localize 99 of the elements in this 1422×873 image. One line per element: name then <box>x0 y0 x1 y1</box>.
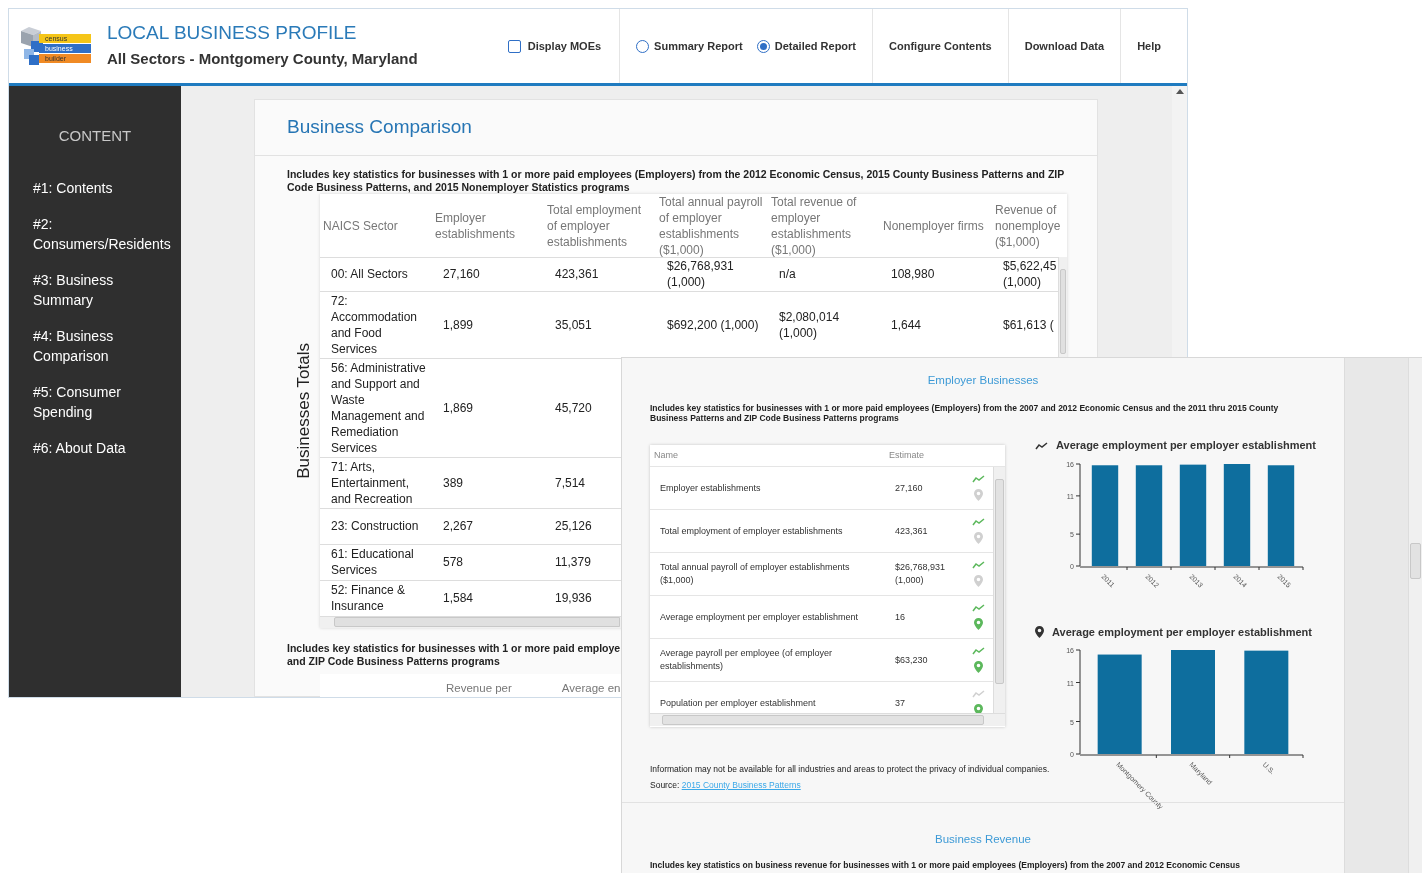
table-cell-text: 11,379 <box>554 554 592 570</box>
horizontal-scrollbar[interactable] <box>650 713 1005 727</box>
map-pin-icon <box>1035 626 1044 638</box>
sidebar-link[interactable]: #2: Consumers/Residents <box>33 213 173 254</box>
column-header: Total revenue of employer establishments ($1,000) <box>770 193 858 258</box>
table-cell-text: 423,361 <box>554 266 600 282</box>
table-cell-text: 16 <box>894 610 906 624</box>
column-header: NAICS Sector <box>322 217 399 234</box>
intro-text: Includes key statistics on business revenue for businesses with 1 or more paid employees (Employers) from the 2007 and 2012 Economic Census <box>650 860 1240 870</box>
column-header: Revenue per <box>446 680 512 696</box>
table-cell-text: $26,768,931 (1,000) <box>894 561 947 588</box>
table-cell-text: Total employment of employer establishments <box>659 524 844 538</box>
table-cell-text: 27,160 <box>894 481 924 495</box>
table-cell-text: $2,080,014 (1,000) <box>778 308 841 341</box>
sidebar-link[interactable]: #3: Business Summary <box>33 269 173 310</box>
trend-line-icon <box>972 518 986 527</box>
map-pin-icon <box>974 704 984 714</box>
column-header: Estimate <box>888 449 925 462</box>
table-cell-text: 389 <box>442 474 465 491</box>
chart-title: Average employment per employer establishment <box>1056 438 1316 454</box>
table-cell-text: $692,200 (1,000) <box>666 316 760 333</box>
side-label: Businesses Totals <box>292 342 314 479</box>
table-cell-text: Total annual payroll of employer establishments ($1,000) <box>659 561 851 588</box>
table-cell-text: Population per employer establishment <box>659 696 817 710</box>
scroll-up-arrow-icon[interactable] <box>1175 89 1184 94</box>
table-cell-text: 19,936 <box>554 590 593 606</box>
map-pin-icon <box>974 489 984 502</box>
app-subtitle: All Sectors - Montgomery County, Maryland <box>107 49 418 70</box>
table-cell-text: 61: Educational Services <box>330 546 415 578</box>
sidebar-heading: CONTENT <box>57 126 133 146</box>
table-cell-text: 71: Arts, Entertainment, and Recreation <box>330 458 414 507</box>
table-cell-text: 25,126 <box>554 518 593 534</box>
table-cell-text: 00: All Sectors <box>330 266 409 282</box>
table-cell-text: 7,514 <box>554 474 587 491</box>
scrollbar-thumb[interactable] <box>334 616 620 627</box>
table-cell-text: 1,644 <box>890 316 923 333</box>
scrollbar-thumb[interactable] <box>1060 268 1066 354</box>
trend-line-icon <box>1035 441 1048 450</box>
intro-text: Includes key statistics for businesses with 1 or more paid employees (Employers) from the 2007 and 2012 Economic Census and the 2011 thru 2015 County Business Patterns and ZIP Code Business Patterns programs <box>650 403 1280 424</box>
table-cell-text: $63,230 <box>894 653 929 667</box>
map-pin-icon <box>974 575 984 588</box>
panel-title: Employer Businesses <box>926 373 1040 388</box>
map-pin-icon <box>974 618 984 631</box>
intro-text: Includes key statistics for businesses with 1 or more paid employees (Employers) from the 2012 Economic Census, 2015 County Business Patterns and ZIP Code Business Patterns, and 2015 Nonemployer Statistics programs <box>286 166 1066 194</box>
vertical-scrollbar[interactable] <box>993 467 1005 714</box>
nav-link[interactable]: Download Data <box>1008 9 1122 83</box>
sidebar-link[interactable]: #4: Business Comparison <box>33 325 173 366</box>
report-radio[interactable]: Summary Report <box>636 37 743 55</box>
table-cell-text: $5,622,45 (1,000) <box>1002 258 1058 290</box>
column-header: Nonemployer firms <box>882 217 985 234</box>
column-header: Total annual payroll of employer establishments ($1,000) <box>658 193 764 258</box>
report-radio[interactable]: Detailed Report <box>756 37 857 55</box>
trend-line-icon <box>972 604 986 613</box>
trend-line-icon <box>972 561 986 570</box>
table-cell-text: n/a <box>778 266 797 282</box>
table-cell-text: 27,160 <box>442 266 481 282</box>
table-cell-text: 37 <box>894 696 906 710</box>
table-cell-text: 56: Administrative and Support and Waste Management and Remediation Services <box>330 359 427 456</box>
sidebar-link[interactable]: #5: Consumer Spending <box>33 381 173 422</box>
map-pin-icon <box>974 661 984 674</box>
table-cell-text: Average employment per employer establishment <box>659 610 859 624</box>
nav-link[interactable]: Help <box>1121 9 1187 83</box>
trend-line-icon <box>972 690 986 699</box>
panel-title: Business Revenue <box>935 831 1031 847</box>
table-cell-text: 1,584 <box>442 590 475 606</box>
intro-text: Includes key statistics for businesses with 1 or more paid employe <box>287 641 621 655</box>
table-cell-text: 72: Accommodation and Food Services <box>330 292 419 357</box>
sidebar-link[interactable]: #6: About Data <box>33 437 173 458</box>
chart-title: Average employment per employer establishment <box>1052 624 1312 640</box>
column-header: Revenue of nonemploye ($1,000) <box>994 201 1062 250</box>
trend-line-icon <box>972 647 986 656</box>
table-cell-text: $26,768,931 (1,000) <box>666 258 735 290</box>
table-cell-text: 52: Finance & Insurance <box>330 582 407 614</box>
table-cell-text: 578 <box>442 554 465 570</box>
privacy-note: Information may not be available for all industries and areas to protect the privacy of individual companies. <box>650 763 1050 776</box>
table-cell-text: 2,267 <box>442 518 475 534</box>
table-cell-text: Employer establishments <box>659 481 762 495</box>
table-cell-text: 108,980 <box>890 266 936 282</box>
intro-text: and ZIP Code Business Patterns programs <box>287 654 500 668</box>
table-cell-text: $61,613 ( <box>1002 316 1055 333</box>
section-title: Business Comparison <box>287 116 472 137</box>
table-cell-text: 23: Construction <box>330 518 420 534</box>
table-cell-text: 35,051 <box>554 316 593 333</box>
column-header: Employer establishments <box>434 209 517 242</box>
column-header: Name <box>653 449 679 462</box>
map-pin-icon <box>974 532 984 545</box>
column-header: Average en <box>561 680 621 696</box>
moe-checkbox[interactable]: Display MOEs <box>489 9 621 83</box>
table-cell-text: 1,899 <box>442 316 475 333</box>
table-cell-text: Average payroll per employee (of employer establishments) <box>659 647 833 674</box>
window-scrollbar[interactable] <box>1408 358 1422 873</box>
sidebar-link[interactable]: #1: Contents <box>33 177 173 198</box>
column-header: Total employment of employer establishments <box>546 201 643 250</box>
nav-link[interactable]: Configure Contents <box>873 9 1009 83</box>
source-note: Source: 2015 County Business Patterns <box>650 779 801 792</box>
app-title: LOCAL BUSINESS PROFILE <box>107 21 358 46</box>
table-cell-text: 1,869 <box>442 399 475 416</box>
table-cell-text: 423,361 <box>894 524 929 538</box>
trend-line-icon <box>972 475 986 484</box>
